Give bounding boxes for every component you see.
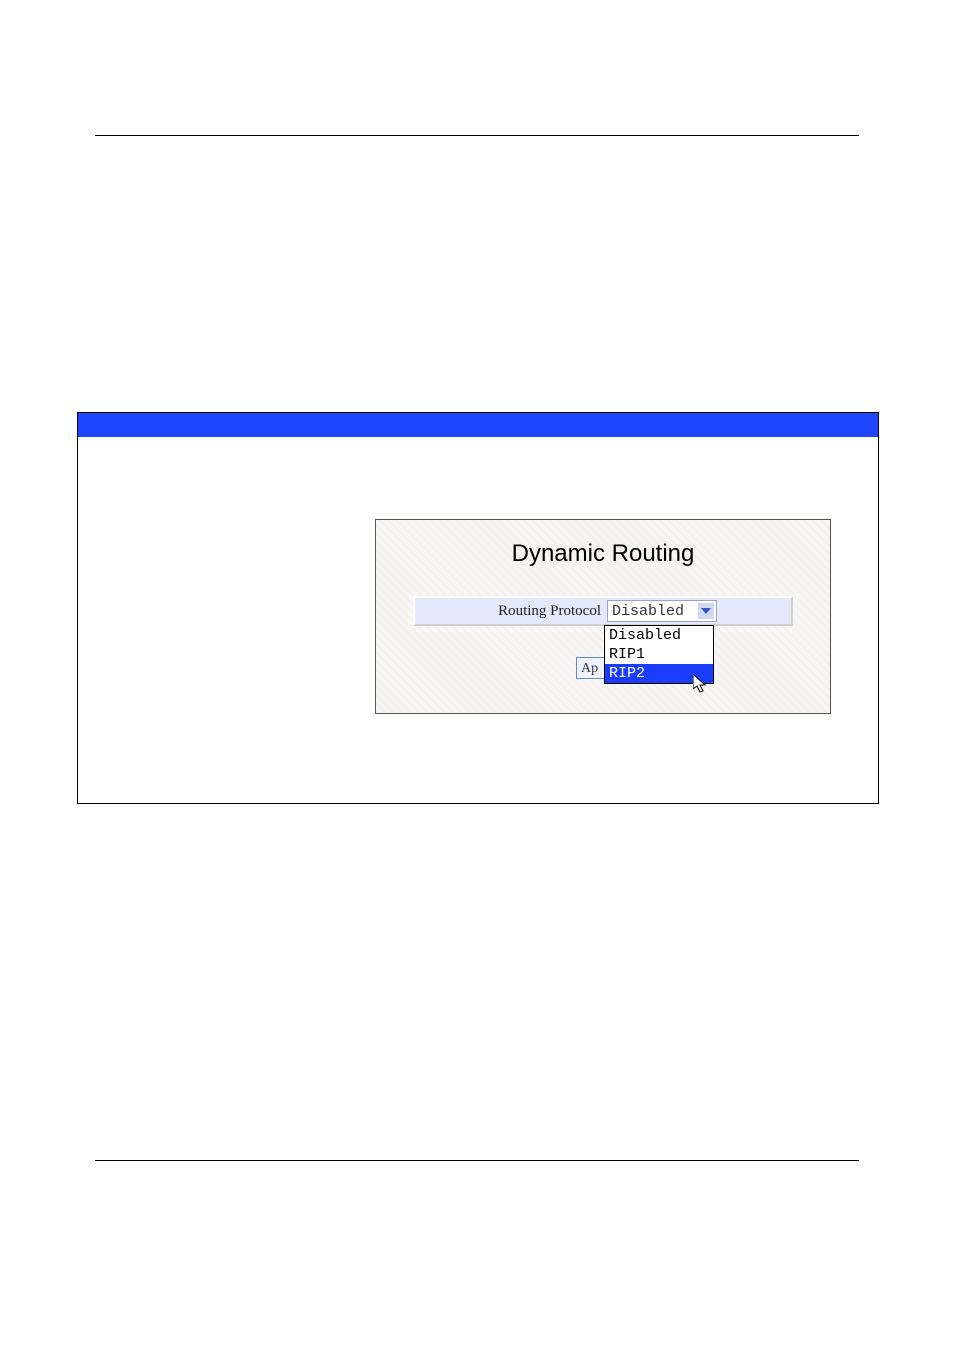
routing-protocol-select-value: Disabled: [612, 603, 684, 620]
apply-button[interactable]: Ap: [576, 657, 606, 679]
dynamic-routing-panel: Dynamic Routing Routing Protocol Disable…: [375, 519, 831, 714]
page-divider-top: [95, 135, 859, 136]
option-rip2[interactable]: RIP2: [605, 664, 713, 683]
routing-protocol-label: Routing Protocol: [415, 603, 607, 620]
routing-protocol-options-list: Disabled RIP1 RIP2: [604, 625, 714, 684]
routing-protocol-row: Routing Protocol Disabled: [413, 596, 793, 626]
routing-protocol-select[interactable]: Disabled: [607, 600, 717, 622]
window-titlebar: [78, 413, 878, 437]
panel-title: Dynamic Routing: [376, 520, 830, 568]
page-divider-bottom: [95, 1160, 859, 1161]
figure-container: Dynamic Routing Routing Protocol Disable…: [77, 412, 879, 804]
window-content: Dynamic Routing Routing Protocol Disable…: [78, 437, 878, 803]
option-rip1[interactable]: RIP1: [605, 645, 713, 664]
chevron-down-icon[interactable]: [698, 603, 714, 619]
option-disabled[interactable]: Disabled: [605, 626, 713, 645]
